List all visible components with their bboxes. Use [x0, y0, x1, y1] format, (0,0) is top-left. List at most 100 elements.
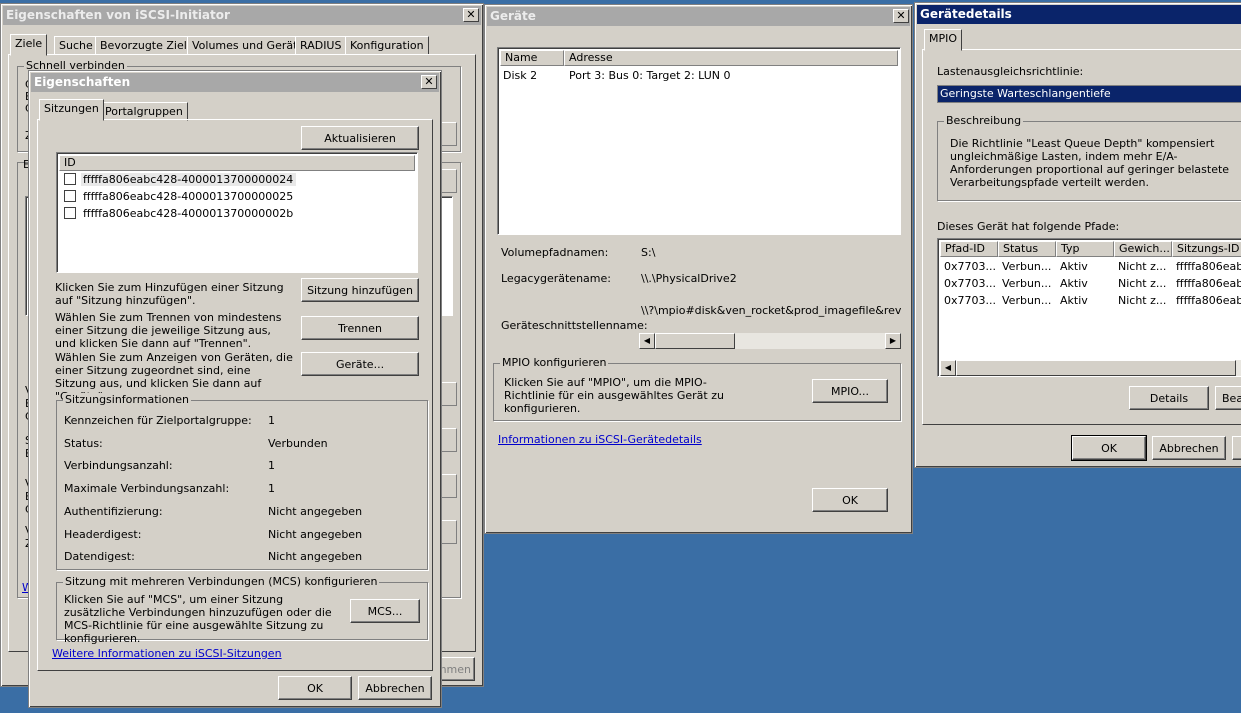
interface-scrollbar[interactable]: ◀ ▶ [639, 333, 901, 349]
session-row[interactable]: fffffa806eabc428-400001370000002b [63, 206, 363, 222]
session-id-column-header[interactable]: Sitzungs-ID [1172, 241, 1241, 257]
path-status: Verbun... [1002, 277, 1052, 290]
volume-path-value: S:\ [641, 246, 656, 259]
path-id: 0x7703... [944, 260, 996, 273]
connection-count-value: 1 [268, 459, 275, 472]
id-column-header[interactable]: ID [59, 155, 415, 171]
ok-button[interactable]: OK [278, 676, 352, 700]
session-row[interactable]: fffffa806eabc428-4000013700000024 [63, 172, 363, 188]
path-id-column-header[interactable]: Pfad-ID [940, 241, 998, 257]
session-info-link[interactable]: Weitere Informationen zu iSCSI-Sitzungen [52, 647, 282, 660]
session-row[interactable]: fffffa806eabc428-4000013700000025 [63, 189, 363, 205]
device-name: Disk 2 [503, 69, 538, 82]
tab-suche[interactable]: Suche [54, 36, 98, 55]
mpio-group-label: MPIO konfigurieren [500, 356, 609, 369]
add-session-text: Klicken Sie zum Hinzufügen einer Sitzung… [55, 281, 284, 307]
status-column-header[interactable]: Status [998, 241, 1056, 257]
path-session-id: fffffa806eabc428 [1176, 277, 1241, 290]
legacy-name-value: \\.\PhysicalDrive2 [641, 272, 737, 285]
session-checkbox[interactable] [64, 190, 76, 202]
load-balance-select[interactable]: Geringste Warteschlangentiefe [937, 85, 1241, 103]
close-icon[interactable]: ✕ [893, 9, 909, 23]
sessions-list[interactable]: ID fffffa806eabc428-4000013700000024 fff… [56, 152, 418, 273]
close-icon[interactable]: ✕ [421, 75, 437, 89]
session-id: fffffa806eabc428-4000013700000025 [83, 190, 294, 203]
path-row[interactable]: 0x7703... Verbun... Aktiv Nicht z... fff… [940, 293, 1241, 309]
interface-name-value: \\?\mpio#disk&ven_rocket&prod_imagefile&… [641, 304, 901, 317]
portal-group-label: Kennzeichen für Zielportalgruppe: [64, 414, 252, 427]
cancel-button[interactable]: Abbrechen [358, 676, 432, 700]
path-weight: Nicht z... [1118, 260, 1167, 273]
edit-button[interactable]: Bearbeiten [1215, 386, 1241, 410]
path-row[interactable]: 0x7703... Verbun... Aktiv Nicht z... fff… [940, 259, 1241, 275]
tab-volumes-und-geraete[interactable]: Volumes und Geräte [187, 36, 310, 55]
mpio-button[interactable]: MPIO... [812, 379, 888, 403]
paths-scrollbar[interactable]: ◀ [940, 360, 1241, 376]
device-address: Port 3: Bus 0: Target 2: LUN 0 [569, 69, 731, 82]
scroll-right-icon[interactable]: ▶ [885, 333, 901, 349]
initiator-titlebar[interactable]: Eigenschaften von iSCSI-Initiator [3, 6, 481, 25]
tab-bevorzugte-ziele[interactable]: Bevorzugte Ziele [95, 36, 199, 55]
name-column-header[interactable]: Name [500, 50, 564, 66]
weight-column-header[interactable]: Gewich... [1114, 241, 1172, 257]
load-balance-label: Lastenausgleichsrichtlinie: [937, 65, 1084, 78]
session-checkbox[interactable] [64, 173, 76, 185]
disconnect-button[interactable]: Trennen [301, 316, 419, 340]
path-type: Aktiv [1060, 277, 1088, 290]
cancel-button[interactable]: mmen [436, 657, 475, 681]
ok-button[interactable]: OK [1071, 435, 1147, 461]
scroll-left-icon[interactable]: ◀ [639, 333, 655, 349]
device-row[interactable]: Disk 2 Port 3: Bus 0: Target 2: LUN 0 [500, 68, 898, 84]
close-icon[interactable]: ✕ [463, 8, 479, 22]
refresh-button[interactable]: Aktualisieren [301, 126, 419, 150]
session-id: fffffa806eabc428-4000013700000024 [81, 173, 297, 186]
details-titlebar[interactable]: Gerätedetails [917, 5, 1241, 24]
scroll-left-icon[interactable]: ◀ [940, 360, 956, 376]
details-button[interactable]: Details [1129, 386, 1209, 410]
portal-group-value: 1 [268, 414, 275, 427]
devices-list[interactable]: Name Adresse Disk 2 Port 3: Bus 0: Targe… [497, 47, 901, 235]
path-weight: Nicht z... [1118, 294, 1167, 307]
initiator-title: Eigenschaften von iSCSI-Initiator [6, 8, 230, 22]
max-connection-label: Maximale Verbindungsanzahl: [64, 482, 230, 495]
address-column-header[interactable]: Adresse [564, 50, 898, 66]
tab-ziele[interactable]: Ziele [10, 34, 48, 56]
device-details-window: Gerätedetails MPIO Lastenausgleichsricht… [914, 2, 1241, 468]
device-details-info-link[interactable]: Informationen zu iSCSI-Gerätedetails [498, 433, 702, 446]
header-digest-label: Headerdigest: [64, 528, 142, 541]
cancel-button[interactable]: Abbrechen [1152, 436, 1226, 460]
path-id: 0x7703... [944, 294, 996, 307]
details-title: Gerätedetails [920, 7, 1012, 21]
interface-name-label: Geräteschnittstellenname: [501, 319, 648, 332]
disconnect-text: Wählen Sie zum Trennen von mindestens ei… [55, 311, 282, 350]
devices-window: Geräte ✕ Name Adresse Disk 2 Port 3: Bus… [484, 4, 913, 534]
session-checkbox[interactable] [64, 207, 76, 219]
devices-button[interactable]: Geräte... [301, 352, 419, 376]
scroll-thumb[interactable] [956, 360, 1236, 376]
tab-radius[interactable]: RADIUS [295, 36, 347, 55]
authentication-value: Nicht angegeben [268, 505, 363, 518]
mcs-button[interactable]: MCS... [350, 599, 420, 623]
authentication-label: Authentifizierung: [64, 505, 163, 518]
path-id: 0x7703... [944, 277, 996, 290]
apply-button[interactable] [1232, 436, 1241, 460]
description-text: Die Richtlinie "Least Queue Depth" kompe… [950, 137, 1230, 189]
description-label: Beschreibung [944, 114, 1024, 127]
session-info-label: Sitzungsinformationen [63, 393, 192, 406]
path-row[interactable]: 0x7703... Verbun... Aktiv Nicht z... fff… [940, 276, 1241, 292]
tab-mpio[interactable]: MPIO [924, 29, 963, 51]
path-session-id: fffffa806eabc428 [1176, 294, 1241, 307]
properties-titlebar[interactable]: Eigenschaften [31, 73, 439, 92]
devices-titlebar[interactable]: Geräte [487, 7, 910, 26]
max-connection-value: 1 [268, 482, 275, 495]
tab-konfiguration[interactable]: Konfiguration [345, 36, 429, 55]
add-session-button[interactable]: Sitzung hinzufügen [301, 278, 419, 302]
scroll-thumb[interactable] [655, 333, 735, 349]
type-column-header[interactable]: Typ [1056, 241, 1114, 257]
devices-title: Geräte [490, 9, 536, 23]
path-session-id: fffffa806eabc428 [1176, 260, 1241, 273]
volume-path-label: Volumepfadnamen: [501, 246, 609, 259]
tab-sitzungen[interactable]: Sitzungen [39, 99, 104, 121]
paths-list[interactable]: Pfad-ID Status Typ Gewich... Sitzungs-ID… [937, 238, 1241, 377]
ok-button[interactable]: OK [812, 488, 888, 512]
